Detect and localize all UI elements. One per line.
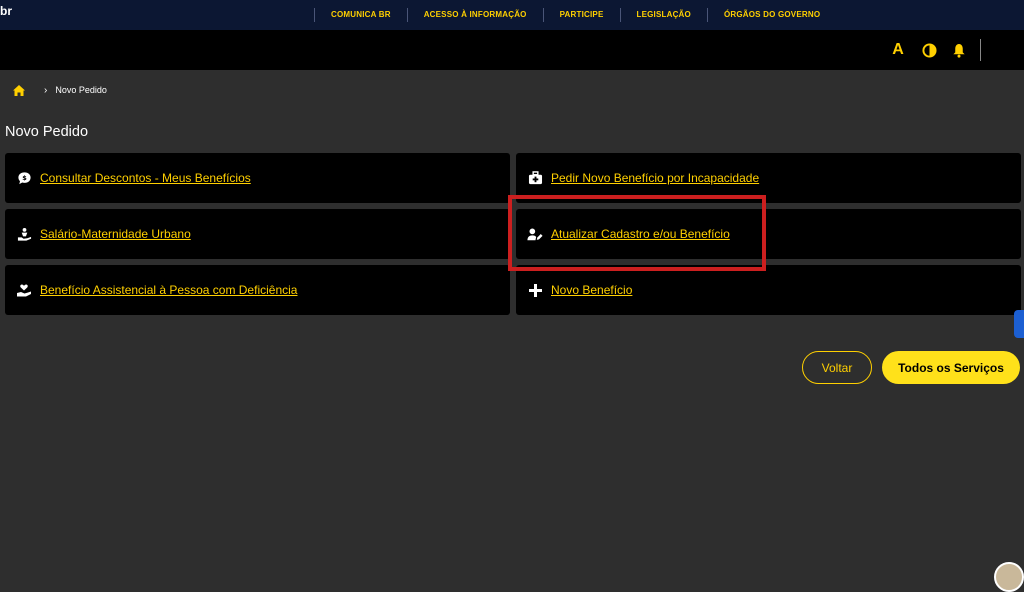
gov-link-comunica[interactable]: COMUNICA BR	[314, 8, 407, 22]
card-label[interactable]: Novo Benefício	[551, 283, 632, 297]
plus-icon	[527, 282, 543, 298]
card-label[interactable]: Salário-Maternidade Urbano	[40, 227, 191, 241]
breadcrumb: › Novo Pedido	[12, 82, 107, 98]
breadcrumb-current: Novo Pedido	[55, 85, 107, 95]
card-label[interactable]: Atualizar Cadastro e/ou Benefício	[551, 227, 730, 241]
card-novo-beneficio[interactable]: Novo Benefício	[516, 265, 1021, 315]
card-atualizar-cadastro[interactable]: Atualizar Cadastro e/ou Benefício	[516, 209, 1021, 259]
hand-heart-icon	[16, 282, 32, 298]
back-button[interactable]: Voltar	[802, 351, 872, 384]
bell-icon[interactable]	[947, 30, 971, 70]
gov-link-orgaos[interactable]: ÓRGÃOS DO GOVERNO	[706, 8, 836, 22]
card-label[interactable]: Benefício Assistencial à Pessoa com Defi…	[40, 283, 297, 297]
avatar[interactable]	[994, 562, 1024, 592]
contrast-icon[interactable]	[917, 30, 941, 70]
svg-text:$: $	[22, 174, 27, 182]
card-label[interactable]: Pedir Novo Benefício por Incapacidade	[551, 171, 759, 185]
gov-link-acesso[interactable]: ACESSO À INFORMAÇÃO	[406, 8, 543, 22]
card-beneficio-assistencial[interactable]: Benefício Assistencial à Pessoa com Defi…	[5, 265, 510, 315]
baby-hand-icon	[16, 226, 32, 242]
user-edit-icon	[527, 226, 543, 242]
card-salario-maternidade[interactable]: Salário-Maternidade Urbano	[5, 209, 510, 259]
card-label[interactable]: Consultar Descontos - Meus Benefícios	[40, 171, 251, 185]
money-chat-icon: $	[16, 170, 32, 186]
gov-links: COMUNICA BR ACESSO À INFORMAÇÃO PARTICIP…	[314, 0, 836, 30]
card-consultar-descontos[interactable]: $ Consultar Descontos - Meus Benefícios	[5, 153, 510, 203]
all-services-button[interactable]: Todos os Serviços	[882, 351, 1020, 384]
gov-link-legislacao[interactable]: LEGISLAÇÃO	[619, 8, 707, 22]
header-divider	[980, 39, 981, 61]
gov-brand-logo[interactable]: br	[0, 4, 12, 18]
gov-top-bar: br COMUNICA BR ACESSO À INFORMAÇÃO PARTI…	[0, 0, 1024, 30]
site-header: A	[0, 30, 1024, 70]
page-title: Novo Pedido	[5, 124, 89, 140]
font-size-button[interactable]: A	[886, 30, 910, 70]
card-pedir-incapacidade[interactable]: Pedir Novo Benefício por Incapacidade	[516, 153, 1021, 203]
home-icon[interactable]	[12, 83, 26, 97]
accessibility-widget-icon[interactable]	[1014, 310, 1024, 338]
chevron-right-icon: ›	[44, 84, 48, 96]
medkit-icon	[527, 170, 543, 186]
gov-link-participe[interactable]: PARTICIPE	[542, 8, 620, 22]
